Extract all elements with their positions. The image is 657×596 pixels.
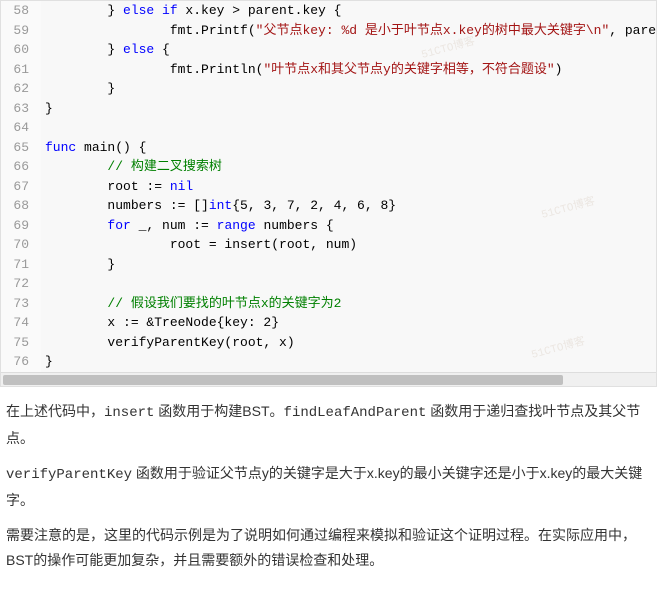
code-content bbox=[41, 118, 45, 138]
code-line: 58 } else if x.key > parent.key { bbox=[1, 1, 656, 21]
code-content bbox=[41, 274, 45, 294]
code-lines: 58 } else if x.key > parent.key {59 fmt.… bbox=[1, 1, 656, 372]
line-number: 59 bbox=[1, 21, 41, 41]
code-content: // 构建二叉搜索树 bbox=[41, 157, 222, 177]
scrollbar-horizontal[interactable] bbox=[1, 372, 656, 386]
code-line: 75 verifyParentKey(root, x) bbox=[1, 333, 656, 353]
code-content: numbers := []int{5, 3, 7, 2, 4, 6, 8} bbox=[41, 196, 396, 216]
code-content: } bbox=[41, 79, 115, 99]
code-content: } bbox=[41, 255, 115, 275]
code-content: // 假设我们要找的叶节点x的关键字为2 bbox=[41, 294, 341, 314]
line-number: 67 bbox=[1, 177, 41, 197]
code-line: 69 for _, num := range numbers { bbox=[1, 216, 656, 236]
line-number: 66 bbox=[1, 157, 41, 177]
line-number: 73 bbox=[1, 294, 41, 314]
code-line: 70 root = insert(root, num) bbox=[1, 235, 656, 255]
code-line: 68 numbers := []int{5, 3, 7, 2, 4, 6, 8} bbox=[1, 196, 656, 216]
line-number: 65 bbox=[1, 138, 41, 158]
line-number: 61 bbox=[1, 60, 41, 80]
code-ref-verify: verifyParentKey bbox=[6, 467, 132, 483]
code-content: verifyParentKey(root, x) bbox=[41, 333, 295, 353]
code-line: 62 } bbox=[1, 79, 656, 99]
line-number: 76 bbox=[1, 352, 41, 372]
code-content: x := &TreeNode{key: 2} bbox=[41, 313, 279, 333]
code-ref-findleaf: findLeafAndParent bbox=[284, 405, 427, 421]
code-ref-insert: insert bbox=[104, 405, 154, 421]
line-number: 68 bbox=[1, 196, 41, 216]
code-line: 74 x := &TreeNode{key: 2} bbox=[1, 313, 656, 333]
paragraph-3: 需要注意的是，这里的代码示例是为了说明如何通过编程来模拟和验证这个证明过程。在实… bbox=[6, 523, 651, 573]
code-line: 59 fmt.Printf("父节点key: %d 是小于叶节点x.key的树中… bbox=[1, 21, 656, 41]
text: 函数用于构建BST。 bbox=[154, 403, 283, 419]
code-line: 64 bbox=[1, 118, 656, 138]
code-line: 65func main() { bbox=[1, 138, 656, 158]
code-content: } bbox=[41, 352, 53, 372]
line-number: 72 bbox=[1, 274, 41, 294]
line-number: 62 bbox=[1, 79, 41, 99]
line-number: 60 bbox=[1, 40, 41, 60]
code-content: for _, num := range numbers { bbox=[41, 216, 334, 236]
code-block: 51CTO博客 51CTO博客 51CTO博客 58 } else if x.k… bbox=[0, 0, 657, 387]
paragraph-1: 在上述代码中，insert 函数用于构建BST。findLeafAndParen… bbox=[6, 399, 651, 451]
code-line: 76} bbox=[1, 352, 656, 372]
code-content: } else { bbox=[41, 40, 170, 60]
line-number: 70 bbox=[1, 235, 41, 255]
code-line: 63} bbox=[1, 99, 656, 119]
code-content: root = insert(root, num) bbox=[41, 235, 357, 255]
code-line: 60 } else { bbox=[1, 40, 656, 60]
paragraph-2: verifyParentKey 函数用于验证父节点y的关键字是大于x.key的最… bbox=[6, 461, 651, 513]
scroll-thumb[interactable] bbox=[3, 375, 563, 385]
line-number: 69 bbox=[1, 216, 41, 236]
code-content: fmt.Println("叶节点x和其父节点y的关键字相等，不符合题设") bbox=[41, 60, 562, 80]
code-line: 72 bbox=[1, 274, 656, 294]
line-number: 75 bbox=[1, 333, 41, 353]
line-number: 71 bbox=[1, 255, 41, 275]
code-line: 66 // 构建二叉搜索树 bbox=[1, 157, 656, 177]
code-line: 73 // 假设我们要找的叶节点x的关键字为2 bbox=[1, 294, 656, 314]
code-content: } else if x.key > parent.key { bbox=[41, 1, 341, 21]
code-line: 67 root := nil bbox=[1, 177, 656, 197]
code-line: 71 } bbox=[1, 255, 656, 275]
line-number: 58 bbox=[1, 1, 41, 21]
text: 在上述代码中， bbox=[6, 403, 104, 419]
article-text: 在上述代码中，insert 函数用于构建BST。findLeafAndParen… bbox=[0, 387, 657, 596]
code-line: 61 fmt.Println("叶节点x和其父节点y的关键字相等，不符合题设") bbox=[1, 60, 656, 80]
code-content: fmt.Printf("父节点key: %d 是小于叶节点x.key的树中最大关… bbox=[41, 21, 656, 41]
line-number: 63 bbox=[1, 99, 41, 119]
code-content: root := nil bbox=[41, 177, 193, 197]
code-content: func main() { bbox=[41, 138, 146, 158]
line-number: 64 bbox=[1, 118, 41, 138]
line-number: 74 bbox=[1, 313, 41, 333]
code-content: } bbox=[41, 99, 53, 119]
